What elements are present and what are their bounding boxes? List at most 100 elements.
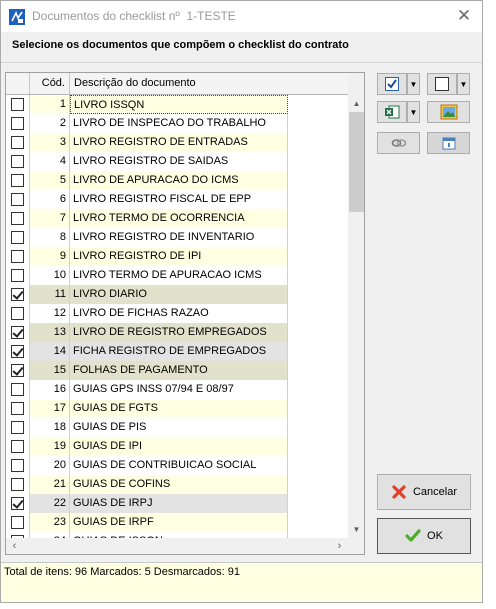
table-row[interactable]: 15 FOLHAS DE PAGAMENTO (6, 361, 288, 380)
table-row[interactable]: 2 LIVRO DE INSPECAO DO TRABALHO (6, 114, 288, 133)
image-button[interactable] (427, 101, 470, 123)
checkbox-checked[interactable] (11, 345, 24, 358)
checkbox-unchecked[interactable] (11, 117, 24, 130)
calendar-button[interactable] (427, 132, 470, 154)
row-check-cell[interactable] (6, 380, 30, 399)
table-row[interactable]: 16 GUIAS GPS INSS 07/94 E 08/97 (6, 380, 288, 399)
row-check-cell[interactable] (6, 323, 30, 342)
cancel-button[interactable]: Cancelar (377, 474, 471, 510)
row-check-cell[interactable] (6, 437, 30, 456)
table-row[interactable]: 1 LIVRO ISSQN (6, 95, 288, 114)
close-button[interactable]: ✕ (450, 2, 478, 30)
checkbox-unchecked[interactable] (11, 440, 24, 453)
uncheck-options-dropdown[interactable]: ▼ (457, 73, 470, 95)
uncheck-all-button[interactable] (427, 73, 457, 95)
checkbox-unchecked[interactable] (11, 231, 24, 244)
row-description: GUIAS DE IRPF (70, 513, 288, 532)
row-check-cell[interactable] (6, 399, 30, 418)
export-options-dropdown[interactable]: ▼ (407, 101, 420, 123)
table-row[interactable]: 11 LIVRO DIARIO (6, 285, 288, 304)
table-row[interactable]: 13 LIVRO DE REGISTRO EMPREGADOS (6, 323, 288, 342)
table-row[interactable]: 6 LIVRO REGISTRO FISCAL DE EPP (6, 190, 288, 209)
table-row[interactable]: 20 GUIAS DE CONTRIBUICAO SOCIAL (6, 456, 288, 475)
scroll-down-icon[interactable]: ▼ (348, 521, 364, 538)
table-row[interactable]: 22 GUIAS DE IRPJ (6, 494, 288, 513)
checkbox-checked[interactable] (11, 497, 24, 510)
column-header-description[interactable]: Descrição do documento (70, 73, 288, 94)
checkbox-checked[interactable] (11, 326, 24, 339)
row-check-cell[interactable] (6, 247, 30, 266)
row-check-cell[interactable] (6, 228, 30, 247)
row-description: LIVRO REGISTRO FISCAL DE EPP (70, 190, 288, 209)
row-check-cell[interactable] (6, 361, 30, 380)
checkbox-unchecked[interactable] (11, 250, 24, 263)
row-check-cell[interactable] (6, 95, 30, 114)
scroll-left-icon[interactable]: ‹ (6, 538, 23, 554)
row-check-cell[interactable] (6, 133, 30, 152)
table-row[interactable]: 7 LIVRO TERMO DE OCORRENCIA (6, 209, 288, 228)
row-check-cell[interactable] (6, 285, 30, 304)
checkbox-unchecked[interactable] (11, 307, 24, 320)
checkbox-unchecked[interactable] (11, 98, 24, 111)
table-row[interactable]: 5 LIVRO DE APURACAO DO ICMS (6, 171, 288, 190)
row-description: LIVRO REGISTRO DE IPI (70, 247, 288, 266)
table-row[interactable]: 3 LIVRO REGISTRO DE ENTRADAS (6, 133, 288, 152)
table-row[interactable]: 12 LIVRO DE FICHAS RAZAO (6, 304, 288, 323)
checkbox-unchecked[interactable] (11, 269, 24, 282)
check-all-button[interactable] (377, 73, 407, 95)
ok-button[interactable]: OK (377, 518, 471, 554)
row-check-cell[interactable] (6, 171, 30, 190)
grid-header: Cód. Descrição do documento (6, 73, 348, 95)
table-row[interactable]: 14 FICHA REGISTRO DE EMPREGADOS (6, 342, 288, 361)
row-check-cell[interactable] (6, 494, 30, 513)
row-check-cell[interactable] (6, 513, 30, 532)
checkbox-unchecked[interactable] (11, 136, 24, 149)
row-check-cell[interactable] (6, 266, 30, 285)
checkbox-unchecked[interactable] (11, 212, 24, 225)
row-code: 22 (30, 494, 70, 513)
checkbox-unchecked[interactable] (11, 421, 24, 434)
row-check-cell[interactable] (6, 475, 30, 494)
table-row[interactable]: 21 GUIAS DE COFINS (6, 475, 288, 494)
link-button[interactable] (377, 132, 420, 154)
scroll-thumb[interactable] (349, 112, 364, 212)
row-check-cell[interactable] (6, 114, 30, 133)
documents-grid[interactable]: Cód. Descrição do documento 1 LIVRO ISSQN… (5, 72, 365, 555)
checkbox-unchecked[interactable] (11, 155, 24, 168)
table-row[interactable]: 19 GUIAS DE IPI (6, 437, 288, 456)
column-header-code[interactable]: Cód. (30, 73, 70, 94)
checkbox-unchecked[interactable] (11, 459, 24, 472)
table-row[interactable]: 17 GUIAS DE FGTS (6, 399, 288, 418)
checkbox-unchecked[interactable] (11, 174, 24, 187)
checkbox-checked[interactable] (11, 364, 24, 377)
checkbox-checked[interactable] (11, 288, 24, 301)
row-check-cell[interactable] (6, 342, 30, 361)
row-check-cell[interactable] (6, 418, 30, 437)
row-check-cell[interactable] (6, 209, 30, 228)
row-check-cell[interactable] (6, 304, 30, 323)
scroll-right-icon[interactable]: › (331, 538, 348, 554)
check-options-dropdown[interactable]: ▼ (407, 73, 420, 95)
checkbox-unchecked[interactable] (11, 383, 24, 396)
table-row[interactable]: 8 LIVRO REGISTRO DE INVENTARIO (6, 228, 288, 247)
table-row[interactable]: 18 GUIAS DE PIS (6, 418, 288, 437)
scroll-up-icon[interactable]: ▲ (348, 95, 364, 112)
table-row[interactable]: 9 LIVRO REGISTRO DE IPI (6, 247, 288, 266)
vertical-scrollbar[interactable]: ▲ ▼ (348, 95, 364, 538)
horizontal-scrollbar[interactable]: ‹ › (6, 538, 348, 554)
row-check-cell[interactable] (6, 190, 30, 209)
grid-rows: 1 LIVRO ISSQN 2 LIVRO DE INSPECAO DO TRABAL… (6, 95, 348, 551)
table-row[interactable]: 10 LIVRO TERMO DE APURACAO ICMS (6, 266, 288, 285)
checkbox-unchecked[interactable] (11, 193, 24, 206)
row-code: 21 (30, 475, 70, 494)
checkbox-unchecked[interactable] (11, 402, 24, 415)
row-code: 11 (30, 285, 70, 304)
export-excel-button[interactable] (377, 101, 407, 123)
table-row[interactable]: 23 GUIAS DE IRPF (6, 513, 288, 532)
checkbox-unchecked[interactable] (11, 478, 24, 491)
row-check-cell[interactable] (6, 152, 30, 171)
row-check-cell[interactable] (6, 456, 30, 475)
table-row[interactable]: 4 LIVRO REGISTRO DE SAIDAS (6, 152, 288, 171)
checkbox-unchecked[interactable] (11, 516, 24, 529)
column-header-check[interactable] (6, 73, 30, 94)
